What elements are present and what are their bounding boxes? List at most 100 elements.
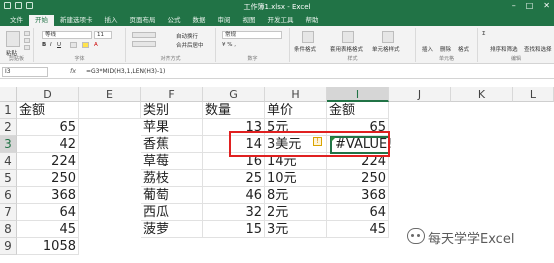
cell-h6[interactable]: 8元 bbox=[265, 187, 327, 204]
autosum-icon[interactable]: Σ bbox=[482, 31, 485, 37]
cell-f4[interactable]: 草莓 bbox=[141, 153, 203, 170]
tab-page-layout[interactable]: 页面布局 bbox=[124, 15, 162, 26]
merge-center-button[interactable]: 合并后居中 bbox=[176, 41, 204, 49]
cell-d3[interactable]: 42 bbox=[17, 136, 79, 153]
border-icon[interactable] bbox=[70, 42, 77, 48]
cell-d4[interactable]: 224 bbox=[17, 153, 79, 170]
paste-icon[interactable] bbox=[6, 31, 20, 47]
format-button[interactable]: 格式 bbox=[458, 45, 469, 53]
cell-g1[interactable]: 数量 bbox=[203, 102, 265, 119]
tab-formulas[interactable]: 公式 bbox=[162, 15, 187, 26]
cell-f6[interactable]: 葡萄 bbox=[141, 187, 203, 204]
formula-input[interactable]: =G3*MID(H3,1,LEN(H3)-1) bbox=[86, 67, 165, 77]
tab-home[interactable]: 开始 bbox=[29, 15, 54, 26]
column-header-d[interactable]: D bbox=[17, 87, 79, 102]
cell-i7[interactable]: 64 bbox=[327, 204, 389, 221]
cell-f2[interactable]: 苹果 bbox=[141, 119, 203, 136]
tab-view[interactable]: 视图 bbox=[237, 15, 262, 26]
cell-f5[interactable]: 荔枝 bbox=[141, 170, 203, 187]
cell-g6[interactable]: 46 bbox=[203, 187, 265, 204]
cell-d9[interactable]: 1058 bbox=[17, 238, 79, 255]
vertical-align-icon[interactable] bbox=[132, 32, 156, 38]
row-header-7[interactable]: 7 bbox=[0, 204, 17, 221]
cell-f1[interactable]: 类别 bbox=[141, 102, 203, 119]
format-painter-icon[interactable] bbox=[24, 45, 30, 50]
cell-i8[interactable]: 45 bbox=[327, 221, 389, 238]
tab-developer[interactable]: 开发工具 bbox=[262, 15, 300, 26]
conditional-format-button[interactable]: 条件格式 bbox=[294, 45, 316, 53]
conditional-format-icon[interactable] bbox=[302, 31, 314, 43]
cell-e1[interactable] bbox=[79, 102, 141, 119]
fx-icon[interactable]: fx bbox=[70, 67, 76, 75]
font-name-select[interactable]: 等线 bbox=[42, 31, 92, 39]
row-header-8[interactable]: 8 bbox=[0, 221, 17, 238]
row-header-3[interactable]: 3 bbox=[0, 136, 17, 153]
cut-icon[interactable] bbox=[24, 31, 30, 36]
tab-data[interactable]: 数据 bbox=[187, 15, 212, 26]
cell-d7[interactable]: 64 bbox=[17, 204, 79, 221]
cell-h5[interactable]: 10元 bbox=[265, 170, 327, 187]
cell-h1[interactable]: 单价 bbox=[265, 102, 327, 119]
cell-d8[interactable]: 45 bbox=[17, 221, 79, 238]
cell-f8[interactable]: 菠萝 bbox=[141, 221, 203, 238]
row-header-4[interactable]: 4 bbox=[0, 153, 17, 170]
cell-style-button[interactable]: 单元格样式 bbox=[372, 45, 400, 53]
cell-f7[interactable]: 西瓜 bbox=[141, 204, 203, 221]
number-format-select[interactable]: 常规 bbox=[222, 31, 282, 39]
row-header-6[interactable]: 6 bbox=[0, 187, 17, 204]
cell-i6[interactable]: 368 bbox=[327, 187, 389, 204]
row-header-9[interactable]: 9 bbox=[0, 238, 17, 255]
cell-h8[interactable]: 3元 bbox=[265, 221, 327, 238]
cell-f3[interactable]: 香蕉 bbox=[141, 136, 203, 153]
row-header-1[interactable]: 1 bbox=[0, 102, 17, 119]
cell-g8[interactable]: 15 bbox=[203, 221, 265, 238]
cell-g5[interactable]: 25 bbox=[203, 170, 265, 187]
cell-g7[interactable]: 32 bbox=[203, 204, 265, 221]
column-header-e[interactable]: E bbox=[79, 87, 141, 102]
cell-style-icon[interactable] bbox=[382, 31, 394, 43]
font-color-icon[interactable]: A bbox=[94, 42, 98, 48]
column-header-k[interactable]: K bbox=[451, 87, 513, 102]
insert-button[interactable]: 插入 bbox=[422, 45, 433, 53]
column-header-h[interactable]: H bbox=[265, 87, 327, 102]
column-header-j[interactable]: J bbox=[389, 87, 451, 102]
row-header-2[interactable]: 2 bbox=[0, 119, 17, 136]
wrap-text-button[interactable]: 自动换行 bbox=[176, 32, 198, 40]
row-header-5[interactable]: 5 bbox=[0, 170, 17, 187]
tab-review[interactable]: 审阅 bbox=[212, 15, 237, 26]
maximize-icon[interactable]: □ bbox=[526, 1, 534, 10]
fill-color-icon[interactable] bbox=[82, 42, 89, 48]
column-header-i[interactable]: I bbox=[327, 87, 389, 102]
name-box[interactable]: I3 bbox=[2, 67, 48, 77]
bold-icon[interactable]: B bbox=[42, 42, 46, 48]
minimize-icon[interactable]: – bbox=[512, 1, 516, 10]
cell-d1[interactable]: 金额 bbox=[17, 102, 79, 119]
sort-filter-button[interactable]: 排序和筛选 bbox=[490, 45, 518, 53]
select-all-corner[interactable] bbox=[0, 87, 17, 102]
horizontal-align-icon[interactable] bbox=[132, 41, 156, 47]
tab-new[interactable]: 新建选项卡 bbox=[54, 15, 99, 26]
find-select-button[interactable]: 查找和选择 bbox=[524, 45, 552, 53]
cell-h7[interactable]: 2元 bbox=[265, 204, 327, 221]
font-size-select[interactable]: 11 bbox=[94, 31, 112, 39]
cell-i1[interactable]: 金额 bbox=[327, 102, 389, 119]
delete-button[interactable]: 删除 bbox=[440, 45, 451, 53]
tab-file[interactable]: 文件 bbox=[4, 15, 29, 26]
column-header-f[interactable]: F bbox=[141, 87, 203, 102]
cell-d6[interactable]: 368 bbox=[17, 187, 79, 204]
underline-icon[interactable]: U bbox=[57, 42, 61, 48]
table-format-icon[interactable] bbox=[342, 31, 354, 43]
close-icon[interactable]: ✕ bbox=[543, 1, 550, 10]
table-format-button[interactable]: 套用表格格式 bbox=[330, 45, 363, 53]
cell-d2[interactable]: 65 bbox=[17, 119, 79, 136]
column-header-g[interactable]: G bbox=[203, 87, 265, 102]
currency-icon[interactable]: ¥ % , bbox=[222, 42, 236, 48]
group-label-cells: 单元格 bbox=[438, 56, 454, 62]
copy-icon[interactable] bbox=[24, 38, 30, 43]
cell-d5[interactable]: 250 bbox=[17, 170, 79, 187]
column-header-l[interactable]: L bbox=[513, 87, 554, 102]
tab-help[interactable]: 帮助 bbox=[300, 15, 325, 26]
cell-i5[interactable]: 250 bbox=[327, 170, 389, 187]
italic-icon[interactable]: I bbox=[50, 42, 52, 48]
tab-insert[interactable]: 插入 bbox=[99, 15, 124, 26]
